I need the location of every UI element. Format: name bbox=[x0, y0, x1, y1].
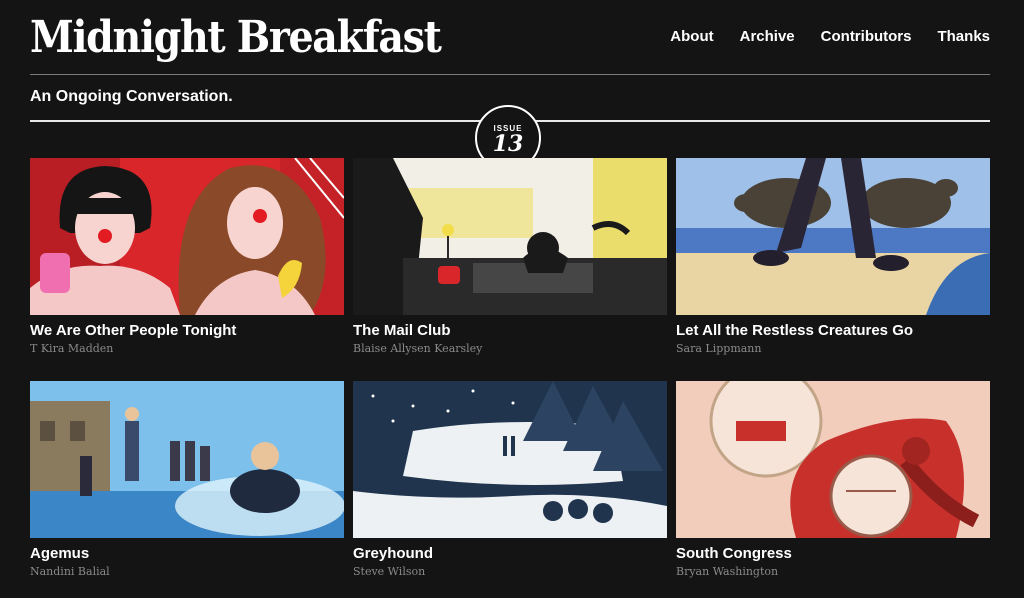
nav-contributors[interactable]: Contributors bbox=[821, 28, 912, 45]
tagline: An Ongoing Conversation. bbox=[30, 88, 233, 105]
story-title[interactable]: We Are Other People Tonight bbox=[30, 322, 344, 339]
story-author[interactable]: Nandini Balial bbox=[30, 565, 344, 578]
story-card[interactable]: We Are Other People Tonight T Kira Madde… bbox=[30, 158, 344, 355]
story-card[interactable]: South Congress Bryan Washington bbox=[676, 381, 990, 578]
story-title[interactable]: Agemus bbox=[30, 545, 344, 562]
header-divider bbox=[30, 74, 990, 75]
site-title[interactable]: Midnight Breakfast bbox=[30, 6, 442, 70]
story-illustration[interactable] bbox=[30, 381, 344, 538]
story-author[interactable]: Steve Wilson bbox=[353, 565, 667, 578]
story-title[interactable]: Let All the Restless Creatures Go bbox=[676, 322, 990, 339]
story-author[interactable]: Blaise Allysen Kearsley bbox=[353, 342, 667, 355]
story-illustration[interactable] bbox=[30, 158, 344, 315]
story-illustration[interactable] bbox=[676, 158, 990, 315]
story-title[interactable]: Greyhound bbox=[353, 545, 667, 562]
story-illustration[interactable] bbox=[353, 381, 667, 538]
issue-number: 13 bbox=[492, 131, 524, 157]
story-card[interactable]: Greyhound Steve Wilson bbox=[353, 381, 667, 578]
main-nav: About Archive Contributors Thanks bbox=[670, 28, 990, 45]
story-author[interactable]: T Kira Madden bbox=[30, 342, 344, 355]
story-card[interactable]: Let All the Restless Creatures Go Sara L… bbox=[676, 158, 990, 355]
nav-archive[interactable]: Archive bbox=[740, 28, 795, 45]
story-title[interactable]: The Mail Club bbox=[353, 322, 667, 339]
story-illustration[interactable] bbox=[353, 158, 667, 315]
story-title[interactable]: South Congress bbox=[676, 545, 990, 562]
story-card[interactable]: The Mail Club Blaise Allysen Kearsley bbox=[353, 158, 667, 355]
nav-thanks[interactable]: Thanks bbox=[937, 28, 990, 45]
story-card[interactable]: Agemus Nandini Balial bbox=[30, 381, 344, 578]
story-author[interactable]: Bryan Washington bbox=[676, 565, 990, 578]
nav-about[interactable]: About bbox=[670, 28, 713, 45]
story-illustration[interactable] bbox=[676, 381, 990, 538]
story-author[interactable]: Sara Lippmann bbox=[676, 342, 990, 355]
